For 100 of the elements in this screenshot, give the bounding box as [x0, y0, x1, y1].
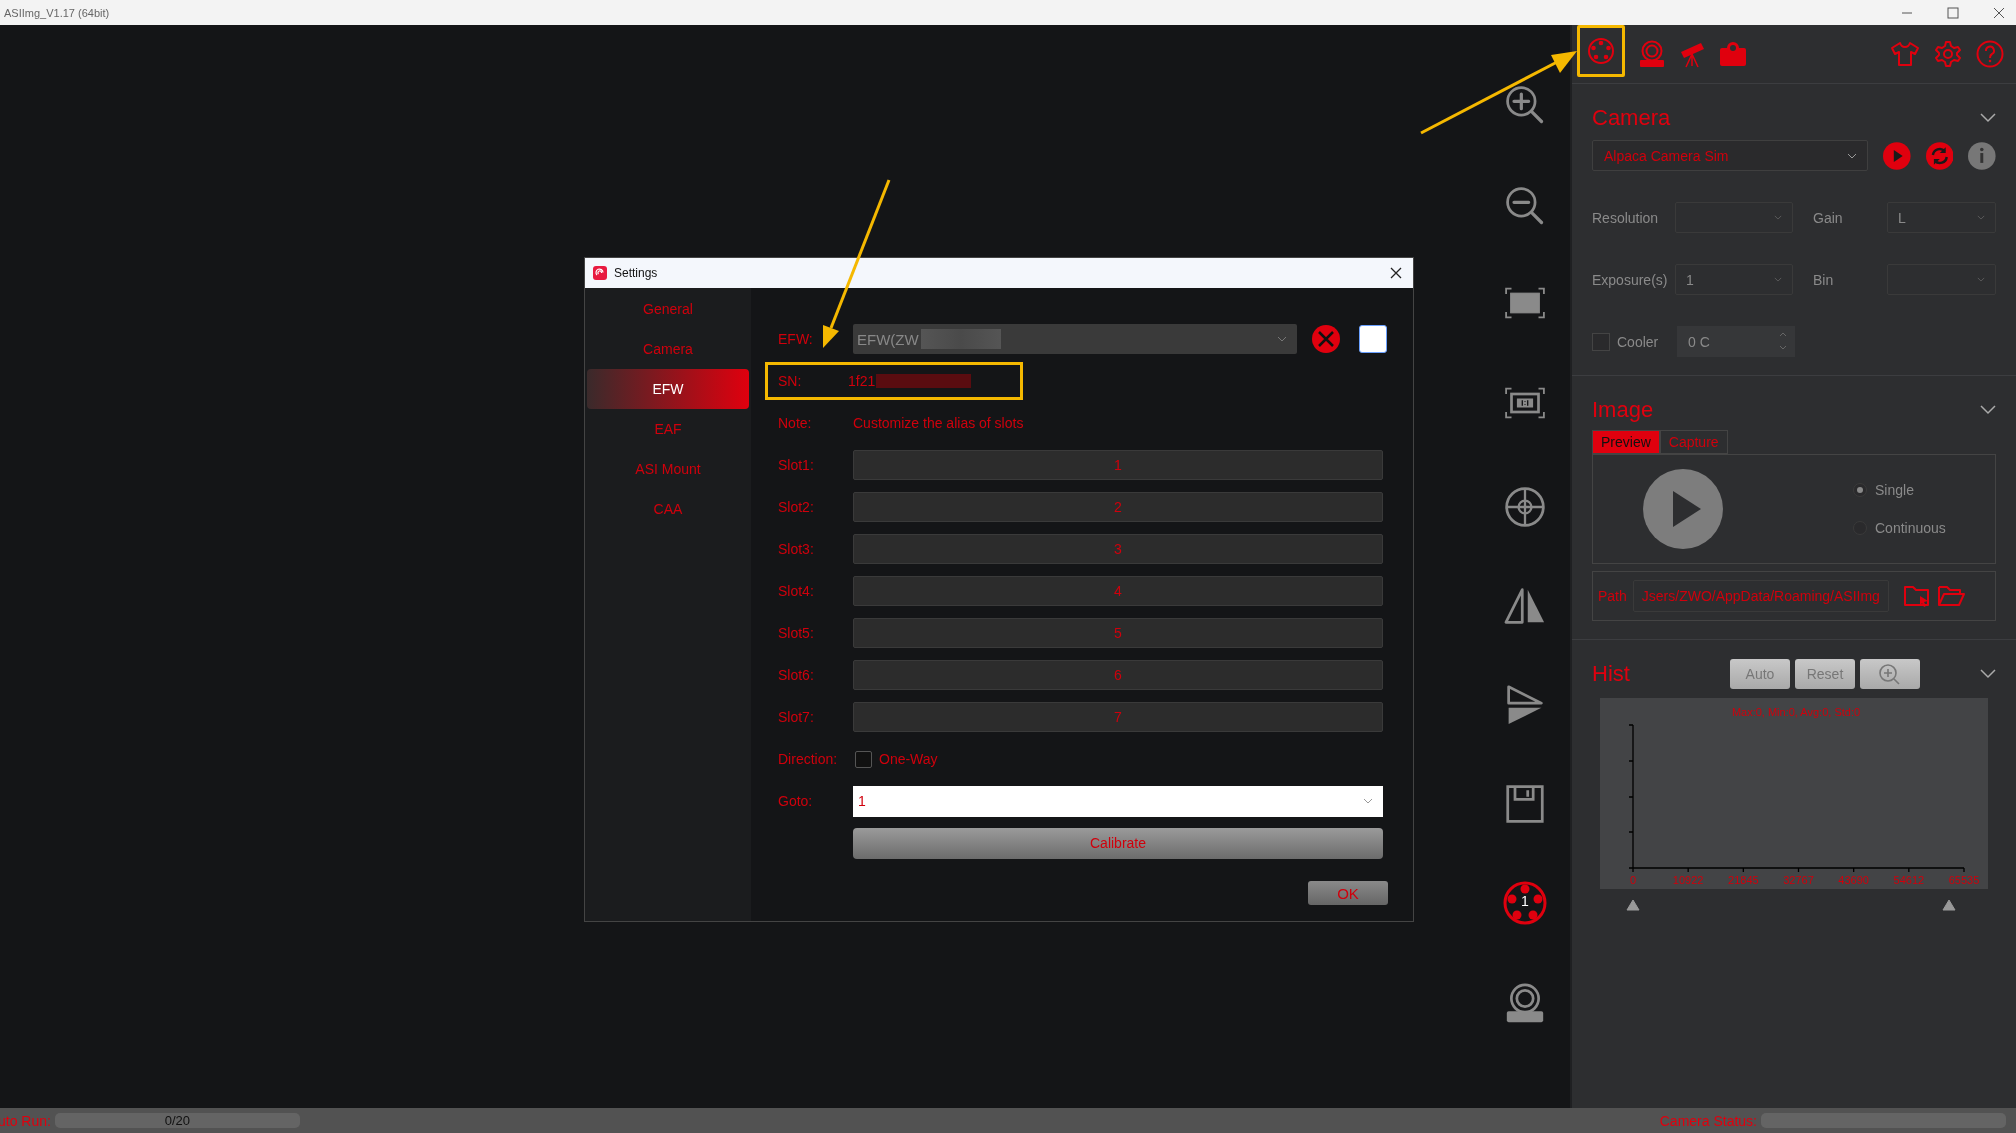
field-label: EFW: [778, 331, 814, 347]
settings-icon[interactable] [1934, 40, 1962, 68]
slot-alias-field[interactable]: 5 [853, 618, 1383, 648]
save-icon[interactable] [1505, 784, 1545, 824]
status-label: Camera Status: [1659, 1112, 1757, 1129]
slot-alias-field[interactable]: 4 [853, 576, 1383, 606]
goto-dropdown[interactable]: 1 [853, 785, 1383, 817]
field-label: Goto: [778, 793, 814, 809]
collapse-icon[interactable] [1980, 405, 1996, 415]
disconnect-icon[interactable] [1311, 324, 1341, 354]
zoom-button[interactable] [1860, 659, 1920, 689]
close-icon[interactable] [1389, 266, 1403, 280]
spinner-arrows-icon[interactable] [1779, 331, 1787, 351]
axis-label: 65535 [1948, 874, 1980, 886]
help-icon[interactable] [1976, 40, 2004, 68]
axis-label: 43690 [1838, 874, 1869, 886]
polar-align-icon[interactable] [1719, 41, 1747, 67]
left-handle-icon[interactable] [1626, 899, 1640, 911]
right-handle-icon[interactable] [1942, 899, 1956, 911]
caret-icon [1363, 798, 1373, 804]
slot-alias-field[interactable]: 6 [853, 660, 1383, 690]
field-label: Slot3: [778, 541, 815, 557]
field-label: Gain [1813, 209, 1843, 226]
field-label: Slot4: [778, 583, 815, 599]
play-icon[interactable] [1883, 141, 1911, 170]
slot-alias-field[interactable]: 7 [853, 702, 1383, 732]
folder-open-icon[interactable] [1936, 584, 1965, 608]
caret-icon [1277, 336, 1287, 342]
actual-size-icon[interactable] [1503, 385, 1547, 421]
caret-icon [1977, 276, 1985, 282]
folder-select-icon[interactable] [1902, 584, 1931, 608]
settings-dropdown[interactable]: 1 [1675, 264, 1793, 295]
hist-button[interactable]: Auto [1730, 659, 1790, 689]
filter-wheel-icon[interactable] [1587, 37, 1615, 65]
field-label: Slot7: [778, 709, 815, 725]
serial-number: 1f21 [848, 373, 876, 389]
flip-vertical-icon[interactable] [1505, 683, 1545, 727]
collapse-icon[interactable] [1980, 113, 1996, 123]
field-label: Direction: [778, 751, 839, 767]
play-button-icon[interactable] [1643, 469, 1723, 549]
tab[interactable]: Preview [1592, 430, 1660, 454]
checkbox-label: Cooler [1617, 333, 1660, 350]
window-title: ASIImg_V1.17 (64bit) [4, 6, 110, 19]
flip-horizontal-icon[interactable] [1503, 586, 1547, 626]
slot-alias-field[interactable]: 3 [853, 534, 1383, 564]
settings-nav-item[interactable]: General [587, 289, 749, 329]
field-label: Exposure(s) [1592, 271, 1669, 288]
filter-wheel-icon[interactable]: 1 [1503, 881, 1547, 925]
note-text: Customize the alias of slots [853, 415, 1024, 431]
shirt-icon[interactable] [1890, 41, 1920, 67]
dialog-title: Settings [614, 266, 658, 280]
field-label: Slot1: [778, 457, 815, 473]
collapse-icon[interactable] [1980, 669, 1996, 679]
axis-label: 21845 [1728, 874, 1759, 886]
radio-label: Single [1875, 482, 1914, 498]
checkbox[interactable] [855, 750, 872, 768]
checkbox-label: One-Way [879, 751, 938, 767]
field-label: Bin [1813, 271, 1834, 288]
calibrate-button[interactable]: Calibrate [853, 827, 1383, 859]
refresh-icon[interactable] [1925, 141, 1954, 170]
maximize-icon[interactable] [1946, 5, 1960, 20]
axis-label: 10922 [1672, 874, 1704, 886]
crosshair-icon[interactable] [1503, 485, 1547, 529]
info-icon[interactable] [1968, 141, 1996, 170]
field-label: Resolution [1592, 209, 1660, 226]
section-title: Camera [1592, 105, 1671, 131]
hist-button[interactable]: Reset [1795, 659, 1855, 689]
camera-dropdown[interactable]: Alpaca Camera Sim [1592, 140, 1869, 171]
fit-screen-icon[interactable] [1503, 285, 1547, 321]
section-title: Image [1592, 397, 1654, 423]
temperature-field[interactable]: 0 C [1677, 326, 1795, 357]
histogram-stats: Max:0, Min:0, Avg:0, Std:0 [1731, 706, 1861, 718]
section-title: Hist [1592, 661, 1630, 687]
caret-icon [1774, 276, 1782, 282]
field-label: Slot2: [778, 499, 815, 515]
settings-dropdown[interactable]: L [1887, 202, 1996, 233]
settings-nav-item[interactable]: ASI Mount [587, 449, 749, 489]
telescope-icon[interactable] [1679, 40, 1705, 68]
radio-button[interactable] [1853, 483, 1867, 497]
efw-dropdown[interactable]: EFW(ZW [853, 324, 1297, 354]
axis-label: 0 [1629, 874, 1637, 886]
settings-nav-item[interactable]: EAF [587, 409, 749, 449]
checkbox[interactable] [1592, 332, 1610, 351]
app-logo-icon [593, 266, 607, 280]
caret-icon [1977, 214, 1985, 220]
color-swatch-button[interactable] [1359, 325, 1387, 353]
progress-text: 0/20 [164, 1113, 191, 1128]
axis-label: 54612 [1893, 874, 1925, 886]
tab[interactable]: Capture [1659, 430, 1728, 454]
slot-alias-field[interactable]: 2 [853, 492, 1383, 522]
slot-alias-field[interactable]: 1 [853, 450, 1383, 480]
settings-nav-item[interactable]: Camera [587, 329, 749, 369]
radio-label: Continuous [1875, 520, 1946, 536]
focuser-icon[interactable] [1639, 40, 1665, 68]
field-label: SN: [778, 373, 803, 389]
path-field[interactable]: Jsers/ZWO/AppData/Roaming/ASIImg [1632, 580, 1889, 612]
field-label: Slot6: [778, 667, 815, 683]
settings-nav-item[interactable]: CAA [587, 489, 749, 529]
close-icon[interactable] [1992, 5, 2006, 20]
settings-nav-item[interactable]: EFW [587, 369, 749, 409]
